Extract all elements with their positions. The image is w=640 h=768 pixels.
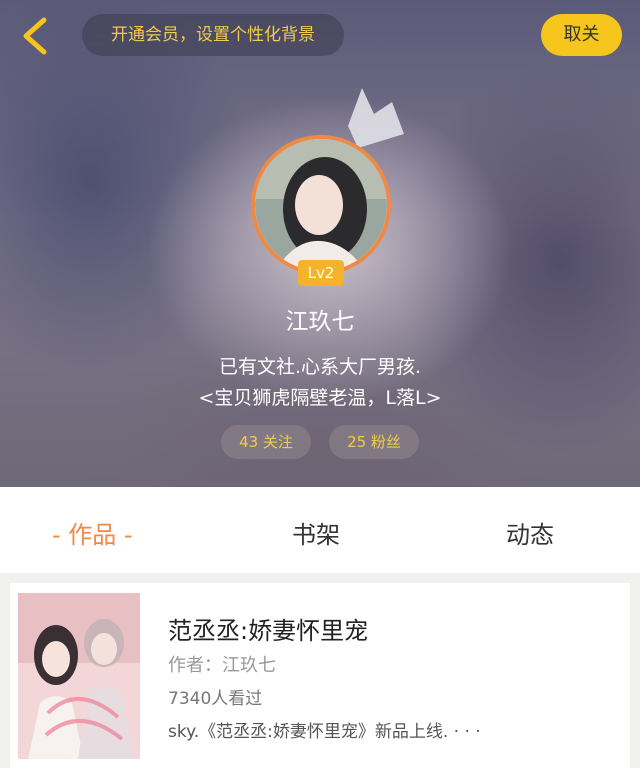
profile-header: 开通会员，设置个性化背景 取关 Lv2 江玖七 已有文社.心系大厂男孩. <宝贝… (0, 0, 640, 487)
bio-line-1: 已有文社.心系大厂男孩. (218, 356, 422, 378)
vip-background-prompt[interactable]: 开通会员，设置个性化背景 (82, 14, 344, 56)
work-card[interactable]: 范丞丞:娇妻怀里宠 作者：江玖七 7340人看过 sky.《范丞丞:娇妻怀里宠》… (10, 583, 630, 768)
unfollow-button[interactable]: 取关 (541, 14, 622, 56)
tab-bookshelf[interactable]: 书架 (292, 515, 340, 550)
profile-tabs: - 作品 - 书架 动态 (0, 487, 640, 573)
following-count[interactable]: 43 关注 (221, 425, 311, 459)
avatar-portrait (255, 139, 387, 271)
avatar[interactable] (251, 135, 391, 275)
tab-works[interactable]: - 作品 - (52, 515, 133, 550)
username: 江玖七 (285, 309, 355, 335)
book-cover-image (18, 593, 140, 759)
book-views: 7340人看过 (168, 689, 263, 709)
book-description: sky.《范丞丞:娇妻怀里宠》新品上线. · · · (168, 722, 481, 742)
book-title[interactable]: 范丞丞:娇妻怀里宠 (168, 611, 368, 646)
fans-count[interactable]: 25 粉丝 (329, 425, 419, 459)
back-button[interactable] (16, 14, 56, 58)
bio-line-2: <宝贝狮虎隔壁老温，L落L> (198, 387, 442, 409)
level-badge: Lv2 (298, 260, 344, 286)
tab-moments[interactable]: 动态 (506, 515, 554, 550)
book-cover[interactable] (18, 593, 140, 759)
chevron-left-icon (23, 17, 47, 55)
book-author: 作者：江玖七 (168, 655, 276, 676)
